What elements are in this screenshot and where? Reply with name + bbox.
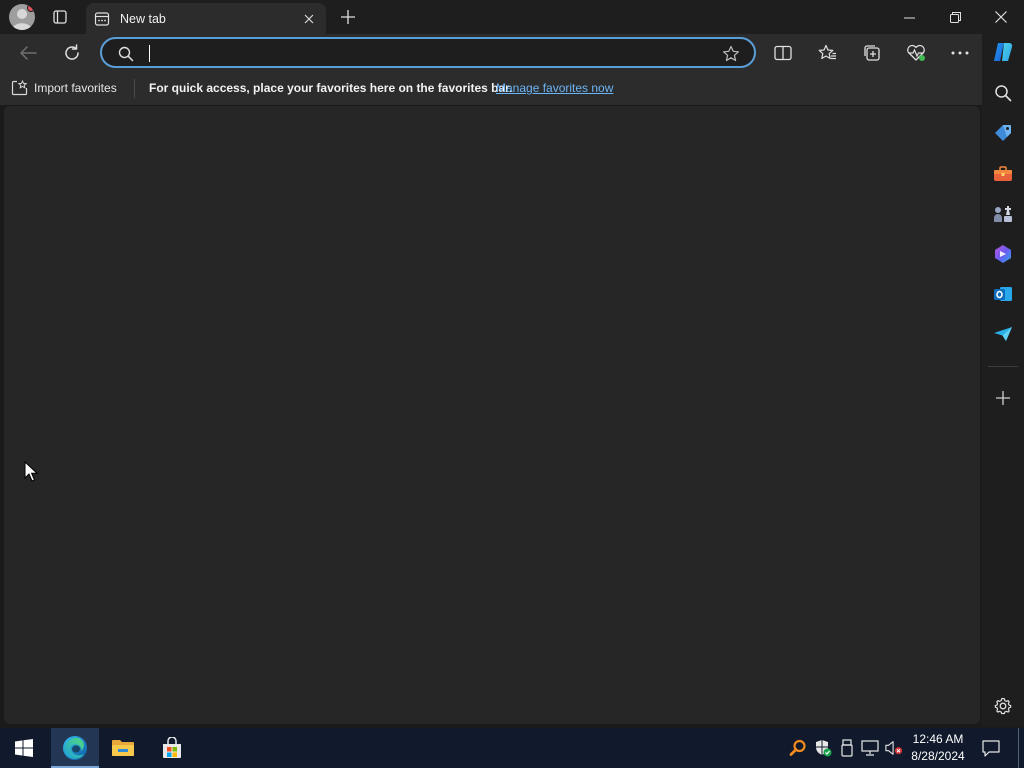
windows-security-icon: [816, 740, 832, 757]
split-screen-icon: [774, 45, 792, 61]
more-icon: [951, 51, 969, 55]
sidebar-microsoft-365-button[interactable]: [990, 241, 1016, 267]
browser-essentials-button[interactable]: [901, 38, 931, 68]
network-icon: [861, 740, 879, 756]
tab-actions-icon: [53, 10, 67, 24]
tab-close-button[interactable]: [298, 8, 320, 30]
settings-icon: [994, 697, 1012, 715]
tray-usb-device[interactable]: [838, 739, 856, 757]
favorites-divider: [134, 79, 135, 98]
add-favorite-star-icon[interactable]: [722, 45, 740, 63]
back-icon: [19, 46, 37, 60]
restore-icon: [949, 11, 961, 23]
favorites-button[interactable]: [812, 38, 842, 68]
clock-time: 12:46 AM: [912, 732, 964, 746]
favorites-bar-message: For quick access, place your favorites h…: [149, 81, 513, 95]
taskbar-file-explorer[interactable]: [99, 728, 147, 768]
restore-button[interactable]: [932, 0, 978, 34]
close-icon: [304, 14, 314, 23]
split-screen-button[interactable]: [768, 38, 798, 68]
edge-icon: [63, 736, 87, 760]
mouse-cursor-icon: [24, 461, 38, 482]
back-button[interactable]: [13, 38, 43, 68]
close-icon: [995, 11, 1007, 23]
sidebar-shopping-button[interactable]: [990, 120, 1016, 146]
start-button[interactable]: [0, 728, 48, 768]
search-icon: [995, 85, 1012, 102]
plus-icon: [341, 10, 355, 24]
import-favorites-label: Import favorites: [34, 81, 117, 95]
file-explorer-icon: [112, 740, 134, 756]
manage-favorites-link[interactable]: Manage favorites now: [496, 81, 613, 95]
start-icon: [15, 739, 33, 757]
refresh-icon: [65, 44, 79, 60]
address-input[interactable]: [148, 43, 708, 63]
settings-and-more-button[interactable]: [945, 38, 975, 68]
drop-icon: [994, 327, 1012, 341]
edge-sidebar: [982, 34, 1024, 726]
shopping-icon: [995, 125, 1011, 141]
sidebar-games-button[interactable]: [990, 201, 1016, 227]
sidebar-outlook-button[interactable]: [990, 281, 1016, 307]
tab-actions-button[interactable]: [48, 6, 72, 28]
sidebar-search-button[interactable]: [990, 80, 1016, 106]
show-desktop-button[interactable]: [1018, 728, 1019, 768]
favorites-icon: [818, 44, 836, 60]
close-window-button[interactable]: [978, 0, 1024, 34]
add-icon: [996, 391, 1010, 405]
profile-avatar[interactable]: [9, 4, 35, 30]
navigation-toolbar: [0, 34, 982, 72]
text-caret: [149, 45, 150, 62]
import-favorites-icon: [11, 80, 28, 96]
action-center-button[interactable]: [980, 738, 1002, 758]
tray-volume[interactable]: [885, 739, 903, 757]
tab-title: New tab: [120, 11, 166, 26]
taskbar-edge[interactable]: [51, 728, 99, 768]
collections-button[interactable]: [857, 38, 887, 68]
refresh-button[interactable]: [57, 38, 87, 68]
tray-security[interactable]: [814, 739, 832, 757]
store-icon: [163, 737, 181, 758]
tools-icon: [994, 166, 1012, 181]
import-favorites-button[interactable]: Import favorites: [11, 79, 117, 97]
microsoft-365-icon: [995, 245, 1011, 263]
title-bar: New tab: [0, 0, 1024, 34]
browser-essentials-icon: [907, 44, 925, 61]
sidebar-add-button[interactable]: [990, 385, 1016, 411]
sidebar-settings-button[interactable]: [990, 693, 1016, 719]
copilot-button[interactable]: [990, 39, 1016, 65]
system-clock[interactable]: 12:46 AM 8/28/2024: [906, 731, 970, 765]
notification-icon: [982, 739, 1000, 757]
minimize-button[interactable]: [886, 0, 932, 34]
new-tab-button[interactable]: [336, 5, 360, 29]
tray-search-app[interactable]: [789, 739, 807, 757]
magnifier-orange-icon: [789, 739, 806, 756]
tab-new-tab[interactable]: New tab: [86, 3, 326, 34]
new-tab-page-icon: [94, 11, 110, 26]
usb-icon: [841, 739, 853, 757]
tray-network[interactable]: [861, 739, 879, 757]
address-bar[interactable]: [100, 37, 756, 68]
copilot-icon: [994, 43, 1013, 61]
clock-date: 8/28/2024: [911, 749, 965, 763]
collections-icon: [864, 45, 880, 61]
taskbar-store[interactable]: [148, 728, 196, 768]
search-icon: [118, 46, 134, 62]
sidebar-tools-button[interactable]: [990, 161, 1016, 187]
minimize-icon: [903, 17, 915, 18]
notification-dot: [27, 4, 35, 12]
volume-muted-icon: [885, 741, 903, 755]
favorites-bar: Import favorites For quick access, place…: [0, 72, 982, 105]
page-content[interactable]: [4, 106, 980, 724]
sidebar-divider: [988, 366, 1018, 367]
sidebar-drop-button[interactable]: [990, 321, 1016, 347]
windows-taskbar: 12:46 AM 8/28/2024: [0, 728, 1024, 768]
games-icon: [994, 206, 1012, 222]
outlook-icon: [994, 287, 1012, 301]
